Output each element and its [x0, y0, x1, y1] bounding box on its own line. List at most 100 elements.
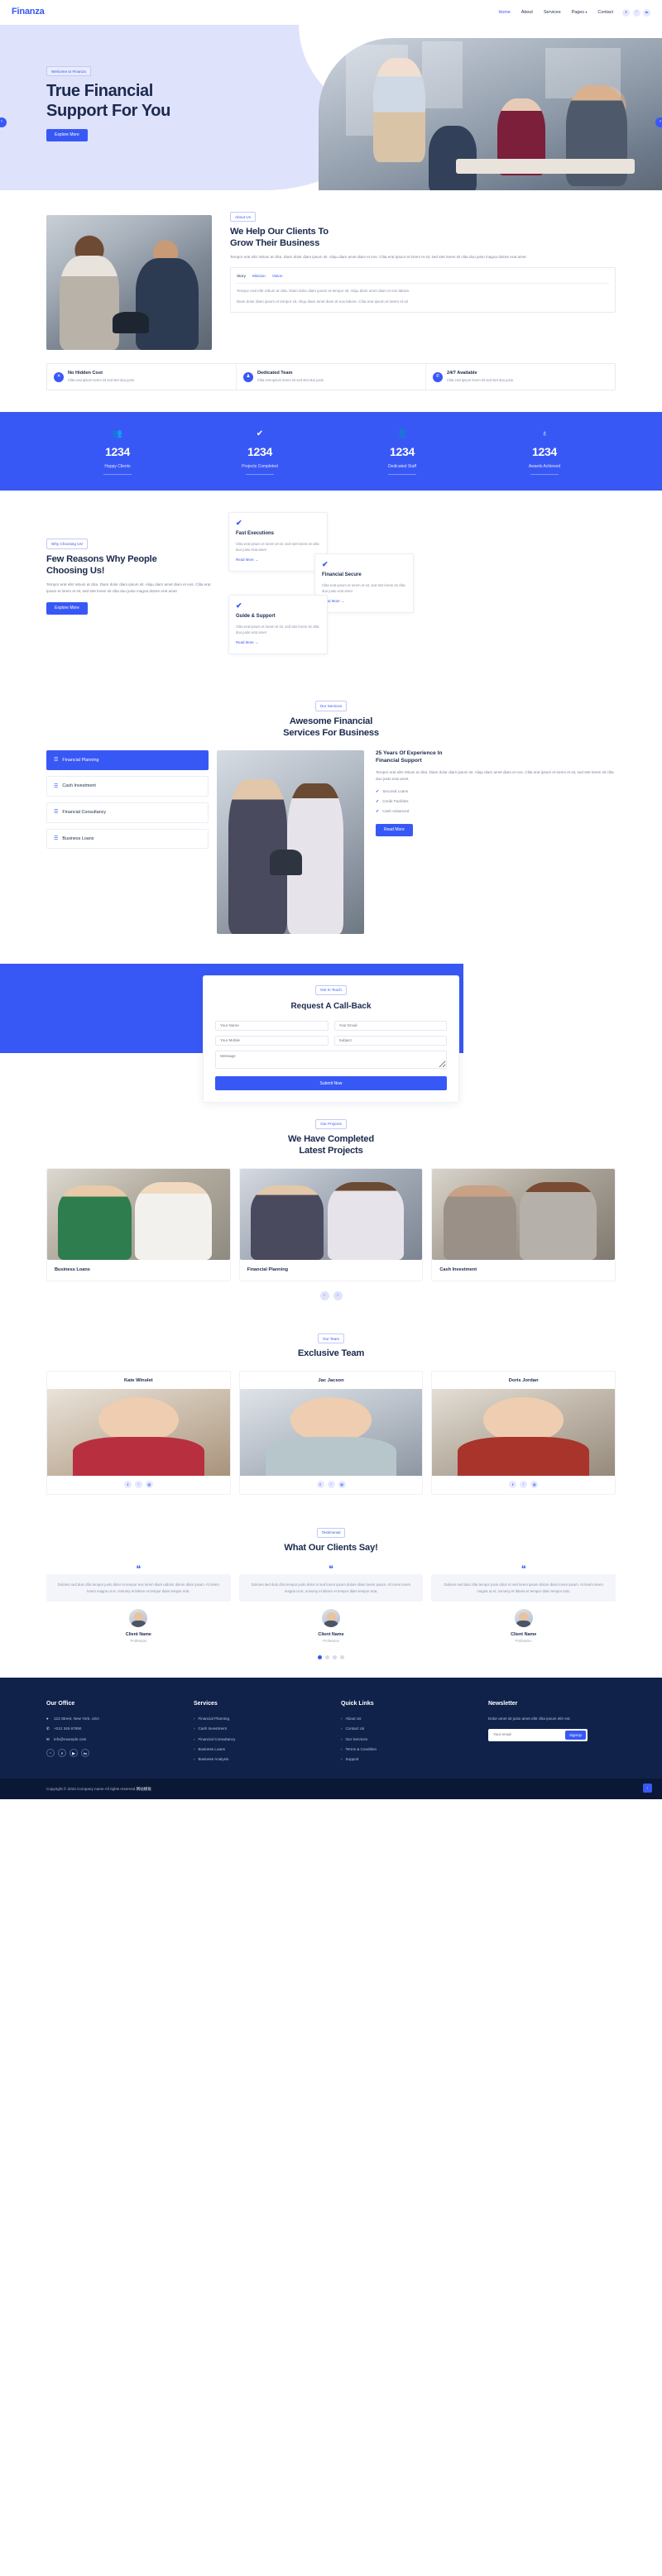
projects-prev-button[interactable]: ‹: [319, 1291, 329, 1301]
footer-link-label: Support: [345, 1757, 359, 1762]
footer-link[interactable]: › Contact Us: [341, 1726, 468, 1731]
pager-dot[interactable]: [333, 1654, 337, 1659]
twitter-icon[interactable]: ᵛ: [327, 1480, 335, 1488]
linkedin-icon[interactable]: in: [643, 8, 650, 17]
instagram-icon[interactable]: ◎: [530, 1480, 539, 1488]
facebook-icon[interactable]: f: [123, 1480, 132, 1488]
about-tab-strip: Story Mission Vision: [237, 273, 609, 284]
team-member-card[interactable]: Kate Winslet f ᵛ ◎: [46, 1371, 231, 1495]
facebook-icon[interactable]: f: [316, 1480, 324, 1488]
newsletter-signup-button[interactable]: SignUp: [564, 1730, 586, 1740]
footer-link[interactable]: › About Us: [341, 1716, 468, 1721]
newsletter-email-input[interactable]: [490, 1731, 565, 1740]
why-section: Why Choosing Us! Few Reasons Why People …: [0, 491, 662, 691]
name-input[interactable]: [215, 1021, 329, 1032]
project-card[interactable]: Business Loans: [46, 1168, 231, 1282]
why-card-financial-secure[interactable]: ✔ Financial Secure Clita erat ipsum et l…: [314, 553, 414, 613]
feature-dedicated-team[interactable]: ♟ Dedicated Team Clita erat ipsum lorem …: [237, 364, 426, 390]
team-member-card[interactable]: Doris Jordan f ᵛ ◎: [431, 1371, 616, 1495]
testimonial-text: Dolores sed duis clita tempor justo dolo…: [444, 1582, 603, 1593]
youtube-icon[interactable]: ▶: [70, 1749, 78, 1758]
hero-title-line1: True Financial: [46, 82, 153, 101]
footer-link[interactable]: › Cash Investment: [194, 1726, 321, 1731]
site-logo[interactable]: Finanza: [12, 5, 45, 20]
chevron-right-icon: ›: [341, 1757, 343, 1762]
message-textarea[interactable]: [215, 1051, 447, 1070]
nav-link-pages[interactable]: Pages ▾: [572, 9, 588, 17]
tab-story[interactable]: Story: [237, 273, 246, 280]
why-card-read-more[interactable]: Read More →: [236, 639, 258, 645]
footer-link[interactable]: › Our Services: [341, 1736, 468, 1742]
hero-next-arrow[interactable]: ›: [655, 117, 662, 127]
team-member-card[interactable]: Jac Jacson f ᵛ ◎: [238, 1371, 424, 1495]
back-to-top-button[interactable]: ↑: [643, 1784, 652, 1793]
footer-link[interactable]: › Terms & Condition: [341, 1746, 468, 1752]
email-input[interactable]: [333, 1021, 447, 1032]
testimonial-list: ❝ Dolores sed duis clita tempor justo do…: [46, 1565, 616, 1645]
twitter-icon[interactable]: ᵛ: [46, 1749, 55, 1758]
footer-link[interactable]: › Business Loans: [194, 1746, 321, 1752]
footer-link[interactable]: › Financial Consultancy: [194, 1736, 321, 1742]
footer-link[interactable]: › Financial Planning: [194, 1716, 321, 1721]
feature-no-hidden-cost[interactable]: ✕ No Hidden Cost Clita erat ipsum lorem …: [47, 364, 237, 390]
nav-link-services[interactable]: Services: [544, 9, 561, 17]
check-icon: ✔: [322, 560, 329, 569]
facebook-icon[interactable]: f: [622, 8, 630, 17]
services-panel-title: 25 Years Of Experience In Financial Supp…: [376, 750, 616, 765]
linkedin-icon[interactable]: in: [81, 1749, 89, 1758]
team-member-social: f ᵛ ◎: [240, 1476, 423, 1494]
feature-subtitle: Clita erat ipsum lorem sit sed stet duo …: [257, 377, 324, 382]
twitter-icon[interactable]: ᵛ: [632, 8, 640, 17]
service-tab-financial-planning[interactable]: ☰ Financial Planning: [46, 749, 209, 771]
about-feature-row: ✕ No Hidden Cost Clita erat ipsum lorem …: [46, 363, 616, 391]
pager-dot[interactable]: [340, 1654, 344, 1659]
nav-link-about[interactable]: About: [521, 9, 533, 17]
mobile-input[interactable]: [215, 1036, 329, 1046]
facebook-icon[interactable]: f: [58, 1749, 66, 1758]
footer-link-label: About Us: [345, 1717, 362, 1721]
footer-link[interactable]: › Business Analysis: [194, 1756, 321, 1762]
testimonial-header: Testimonial What Our Clients Say!: [46, 1527, 616, 1554]
stat-label: Dedicated Staff: [387, 463, 417, 469]
twitter-icon[interactable]: ᵛ: [520, 1480, 528, 1488]
tab-vision[interactable]: Vision: [272, 273, 283, 280]
pager-dot[interactable]: [325, 1654, 329, 1659]
project-card[interactable]: Financial Planning: [238, 1168, 424, 1282]
footer-link-label: Terms & Condition: [345, 1747, 377, 1752]
instagram-icon[interactable]: ◎: [145, 1480, 153, 1488]
project-image: [432, 1169, 616, 1261]
nav-link-home[interactable]: Home: [498, 9, 510, 17]
hero-explore-button[interactable]: Explore More: [46, 128, 88, 141]
services-read-more-button[interactable]: Read More: [376, 823, 413, 836]
feature-24-7-available[interactable]: ✆ 24/7 Available Clita erat ipsum lorem …: [426, 364, 615, 390]
why-card-title: Guide & Support: [236, 614, 276, 620]
why-card-read-more[interactable]: Read More →: [236, 557, 258, 563]
service-tab-financial-consultancy[interactable]: ☰ Financial Consultancy: [46, 802, 209, 823]
about-image: [46, 215, 212, 350]
service-tab-label: Cash Investment: [62, 783, 96, 789]
why-card-guide-support[interactable]: ✔ Guide & Support Clita erat ipsum et lo…: [228, 595, 328, 654]
footer-link[interactable]: › Support: [341, 1756, 468, 1762]
why-explore-button[interactable]: Explore More: [46, 601, 88, 615]
subject-input[interactable]: [333, 1036, 447, 1046]
projects-carousel-nav: ‹ ›: [46, 1291, 616, 1301]
service-tab-cash-investment[interactable]: ☰ Cash Investment: [46, 776, 209, 797]
project-card[interactable]: Cash Investment: [431, 1168, 616, 1282]
projects-next-button[interactable]: ›: [333, 1291, 343, 1301]
pager-dot[interactable]: [318, 1654, 322, 1659]
twitter-icon[interactable]: ᵛ: [134, 1480, 142, 1488]
feature-subtitle: Clita erat ipsum lorem sit sed stet duo …: [68, 377, 135, 382]
services-check-item: ✔ Secured Loans: [376, 788, 616, 795]
testimonial-badge: Testimonial: [316, 1527, 346, 1539]
submit-button[interactable]: Submit Now: [215, 1076, 447, 1091]
facebook-icon[interactable]: f: [509, 1480, 517, 1488]
instagram-icon[interactable]: ◎: [338, 1480, 346, 1488]
why-left: Why Choosing Us! Few Reasons Why People …: [46, 512, 212, 615]
testimonial-client-name: Client Name: [125, 1632, 151, 1638]
tab-mission[interactable]: Mission: [252, 273, 266, 280]
nav-link-contact[interactable]: Contact: [597, 9, 613, 17]
service-tab-business-loans[interactable]: ☰ Business Loans: [46, 828, 209, 850]
why-card-fast-executions[interactable]: ✔ Fast Executions Clita erat ipsum et lo…: [228, 512, 328, 572]
team-title: Exclusive Team: [297, 1348, 365, 1359]
chevron-right-icon: ›: [341, 1747, 343, 1752]
